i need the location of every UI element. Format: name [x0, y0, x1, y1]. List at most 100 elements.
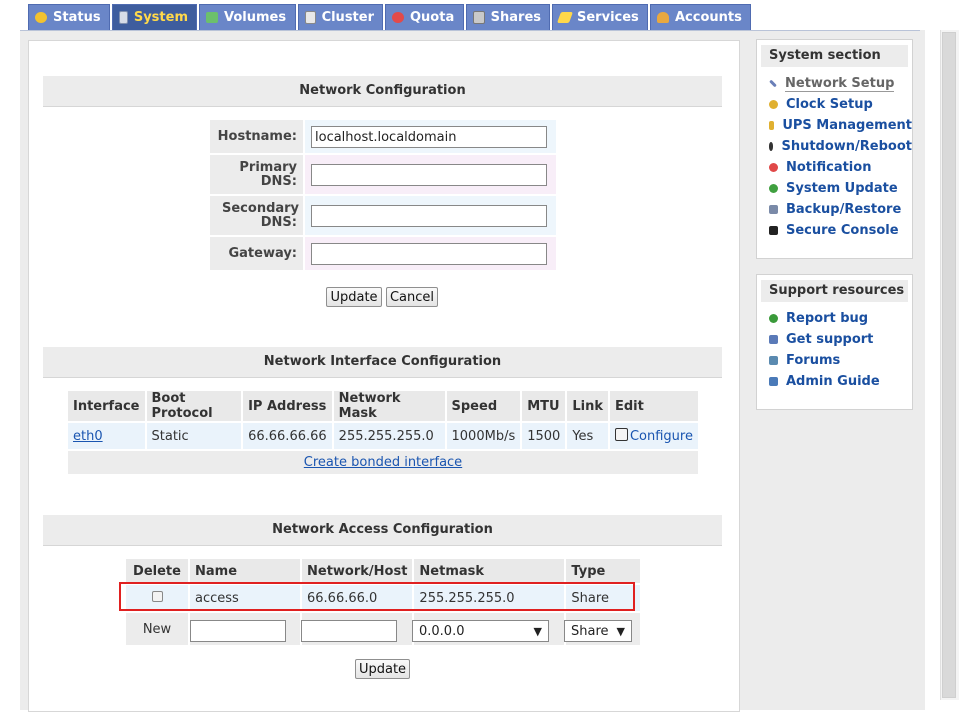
- netmask-cell: 255.255.255.0: [414, 585, 565, 611]
- interface-configuration-header: Network Interface Configuration: [43, 347, 722, 378]
- tab-volumes[interactable]: Volumes: [199, 4, 296, 30]
- cluster-icon: [305, 11, 316, 24]
- sidebar-item-label: Clock Setup: [786, 97, 873, 112]
- primary-dns-cell: [305, 155, 556, 194]
- sidebar-item-label: System Update: [786, 181, 898, 196]
- sidebar-item-get-support[interactable]: Get support: [757, 329, 912, 350]
- tab-quota[interactable]: Quota: [385, 4, 464, 30]
- update-icon: [769, 184, 778, 193]
- new-network-input[interactable]: [301, 620, 397, 642]
- quota-icon: [392, 12, 404, 23]
- tab-status[interactable]: Status: [28, 4, 110, 30]
- sidebar-item-network-setup[interactable]: Network Setup: [757, 73, 912, 94]
- sidebar-item-report-bug[interactable]: Report bug: [757, 308, 912, 329]
- sidebar-item-admin-guide[interactable]: Admin Guide: [757, 371, 912, 392]
- sidebar-item-backup-restore[interactable]: Backup/Restore: [757, 199, 912, 220]
- tab-label: Status: [53, 10, 101, 25]
- boot-protocol-cell: Static: [146, 423, 242, 449]
- hostname-label: Hostname:: [210, 120, 303, 153]
- tab-label: Accounts: [675, 10, 742, 25]
- volumes-icon: [206, 12, 218, 23]
- bond-row: Create bonded interface: [68, 451, 698, 474]
- tab-services[interactable]: Services: [552, 4, 648, 30]
- hostname-input[interactable]: [311, 126, 547, 148]
- column-header: Network/Host: [302, 559, 413, 583]
- forums-icon: [769, 356, 778, 365]
- access-table-header-row: Delete Name Network/Host Netmask Type: [126, 559, 640, 583]
- tab-label: Cluster: [321, 10, 374, 25]
- primary-dns-label-text: Primary DNS:: [239, 159, 297, 189]
- table-row: eth0 Static 66.66.66.66 255.255.255.0 10…: [68, 423, 698, 449]
- network-update-button[interactable]: Update: [326, 287, 382, 307]
- gateway-input[interactable]: [311, 243, 547, 265]
- tab-bar-divider: [20, 30, 920, 31]
- system-section-panel: System section Network Setup Clock Setup…: [756, 39, 913, 259]
- link-cell: Yes: [567, 423, 608, 449]
- tab-label: Services: [577, 10, 639, 25]
- sidebar-item-label: Backup/Restore: [786, 202, 902, 217]
- primary-dns-input[interactable]: [311, 164, 547, 186]
- tab-shares[interactable]: Shares: [466, 4, 550, 30]
- sidebar-item-secure-console[interactable]: Secure Console: [757, 220, 912, 241]
- scrollbar-thumb[interactable]: [942, 32, 956, 698]
- notification-icon: [769, 163, 778, 172]
- column-header: Netmask: [414, 559, 565, 583]
- column-header: Name: [190, 559, 300, 583]
- interface-table-header-row: Interface Boot Protocol IP Address Netwo…: [68, 391, 698, 421]
- support-icon: [769, 335, 778, 344]
- bug-icon: [769, 314, 778, 323]
- new-type-select[interactable]: Share ▼: [564, 620, 632, 642]
- type-cell: Share: [566, 585, 640, 611]
- new-name-input[interactable]: [190, 620, 286, 642]
- column-header: Network Mask: [333, 391, 445, 421]
- create-bonded-interface-link[interactable]: Create bonded interface: [304, 455, 462, 470]
- sidebar-item-clock-setup[interactable]: Clock Setup: [757, 94, 912, 115]
- primary-dns-label: Primary DNS:: [210, 155, 303, 194]
- hostname-cell: [305, 120, 556, 153]
- configure-icon: [614, 428, 628, 441]
- interface-cell: eth0: [68, 423, 145, 449]
- sidebar-item-ups-management[interactable]: UPS Management: [757, 115, 912, 136]
- access-configuration-header: Network Access Configuration: [43, 515, 722, 546]
- power-icon: [769, 142, 774, 151]
- name-cell: access: [190, 585, 300, 611]
- chevron-down-icon: ▼: [616, 624, 625, 638]
- bond-cell: Create bonded interface: [68, 451, 698, 474]
- access-update-button[interactable]: Update: [355, 659, 410, 679]
- sidebar-item-label: Network Setup: [785, 75, 895, 92]
- network-cancel-button[interactable]: Cancel: [386, 287, 438, 307]
- network-configuration-header: Network Configuration: [43, 76, 722, 107]
- delete-checkbox[interactable]: [151, 590, 163, 602]
- support-resources-panel: Support resources Report bug Get support…: [756, 274, 913, 410]
- backup-icon: [769, 205, 778, 214]
- tab-cluster[interactable]: Cluster: [298, 4, 383, 30]
- interface-link-eth0[interactable]: eth0: [73, 429, 103, 444]
- status-icon: [35, 12, 47, 23]
- secondary-dns-label-text: Secondary DNS:: [222, 200, 300, 230]
- tab-system[interactable]: System: [112, 4, 197, 30]
- system-section-title: System section: [761, 45, 908, 67]
- configure-link[interactable]: Configure: [630, 429, 693, 444]
- column-header: Delete: [126, 559, 188, 583]
- tab-accounts[interactable]: Accounts: [650, 4, 751, 30]
- new-netmask-select[interactable]: 0.0.0.0 ▼: [412, 620, 549, 642]
- console-icon: [769, 226, 778, 235]
- interface-table: Interface Boot Protocol IP Address Netwo…: [66, 389, 700, 476]
- column-header: IP Address: [243, 391, 332, 421]
- shares-icon: [473, 11, 485, 24]
- chevron-down-icon: ▼: [533, 624, 542, 638]
- sidebar-item-notification[interactable]: Notification: [757, 157, 912, 178]
- sidebar-item-shutdown-reboot[interactable]: Shutdown/Reboot: [757, 136, 912, 157]
- sidebar-item-forums[interactable]: Forums: [757, 350, 912, 371]
- secondary-dns-input[interactable]: [311, 205, 547, 227]
- column-header: Interface: [68, 391, 145, 421]
- column-header: Type: [566, 559, 640, 583]
- netmask-select-value: 0.0.0.0: [419, 623, 465, 639]
- ip-address-cell: 66.66.66.66: [243, 423, 332, 449]
- column-header: MTU: [522, 391, 566, 421]
- sidebar-item-system-update[interactable]: System Update: [757, 178, 912, 199]
- secondary-dns-label: Secondary DNS:: [210, 196, 303, 235]
- tab-label: Volumes: [224, 10, 287, 25]
- sidebar-item-label: Shutdown/Reboot: [781, 139, 912, 154]
- tab-label: System: [133, 10, 188, 25]
